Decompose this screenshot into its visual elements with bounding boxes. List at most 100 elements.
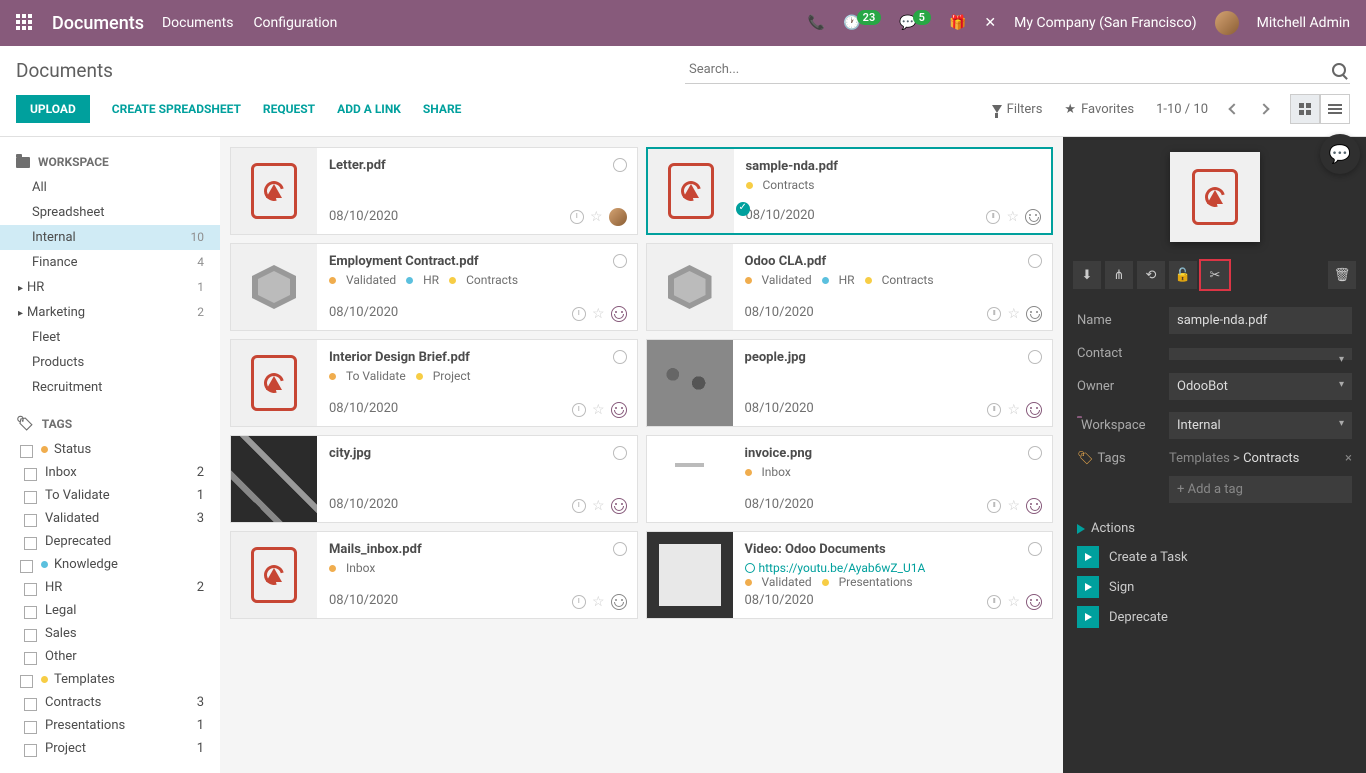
face-icon[interactable] (611, 594, 627, 610)
kanban-view-button[interactable] (1290, 94, 1320, 124)
tag-item[interactable]: Validated3 (0, 507, 220, 530)
clock-icon[interactable] (572, 403, 586, 417)
face-icon[interactable] (611, 402, 627, 418)
action-sign[interactable]: Sign (1063, 572, 1366, 602)
action-create-task[interactable]: Create a Task (1063, 542, 1366, 572)
star-icon[interactable]: ☆ (590, 209, 603, 225)
create-spreadsheet-button[interactable]: CREATE SPREADSHEET (112, 102, 241, 116)
tag-item[interactable]: Legal (0, 599, 220, 622)
chat-bubble-button[interactable]: 💬 (1320, 134, 1360, 174)
workspace-item[interactable]: ▸Marketing2 (0, 300, 220, 325)
name-input[interactable]: sample-nda.pdf (1169, 307, 1352, 334)
star-icon[interactable]: ☆ (1006, 209, 1019, 225)
face-icon[interactable] (1026, 594, 1042, 610)
filters-dropdown[interactable]: Filters (992, 102, 1043, 117)
app-brand[interactable]: Documents (52, 13, 144, 34)
document-card[interactable]: Odoo CLA.pdf ValidatedHRContracts 08/10/… (646, 243, 1054, 331)
clock-icon[interactable] (572, 595, 586, 609)
remove-tag-button[interactable]: × (1345, 451, 1352, 466)
clock-icon[interactable] (987, 595, 1001, 609)
tag-item[interactable]: Project1 (0, 737, 220, 760)
card-select-toggle[interactable] (1028, 542, 1042, 556)
share-doc-button[interactable]: ⋔ (1105, 261, 1133, 289)
face-icon[interactable] (1026, 306, 1042, 322)
settings-icon[interactable]: ✕ (984, 15, 996, 31)
document-card[interactable]: Employment Contract.pdf ValidatedHRContr… (230, 243, 638, 331)
card-select-toggle[interactable] (1028, 446, 1042, 460)
clock-icon[interactable] (572, 499, 586, 513)
tag-group-header[interactable]: Knowledge (0, 553, 220, 576)
workspace-item[interactable]: Internal10 (0, 225, 220, 250)
face-icon[interactable] (611, 306, 627, 322)
tag-item[interactable]: Inbox2 (0, 461, 220, 484)
discuss-icon[interactable]: 💬5 (899, 15, 931, 31)
tag-item[interactable]: Presentations1 (0, 714, 220, 737)
pager-next[interactable] (1258, 103, 1269, 114)
workspace-item[interactable]: ▸HR1 (0, 275, 220, 300)
card-select-toggle[interactable] (1028, 254, 1042, 268)
clock-icon[interactable] (987, 403, 1001, 417)
owner-select[interactable]: OdooBot (1169, 373, 1352, 400)
face-icon[interactable] (1026, 498, 1042, 514)
workspace-item[interactable]: Spreadsheet (0, 200, 220, 225)
tag-item[interactable]: HR2 (0, 576, 220, 599)
search-icon[interactable] (1332, 63, 1346, 77)
star-icon[interactable]: ☆ (1007, 594, 1020, 610)
tag-item[interactable]: To Validate1 (0, 484, 220, 507)
star-icon[interactable]: ☆ (592, 402, 605, 418)
contact-select[interactable] (1169, 348, 1352, 360)
upload-button[interactable]: UPLOAD (16, 95, 90, 123)
face-icon[interactable] (1026, 402, 1042, 418)
card-select-toggle[interactable] (613, 446, 627, 460)
workspace-item[interactable]: All (0, 175, 220, 200)
workspace-item[interactable]: Finance4 (0, 250, 220, 275)
workspace-item[interactable]: Products (0, 350, 220, 375)
user-avatar[interactable] (1215, 11, 1239, 35)
document-card[interactable]: Letter.pdf 08/10/2020 ☆ (230, 147, 638, 235)
tag-item[interactable]: Other (0, 645, 220, 668)
card-select-toggle[interactable] (1028, 350, 1042, 364)
star-icon[interactable]: ☆ (1007, 498, 1020, 514)
activities-icon[interactable]: 🕐23 (843, 15, 881, 31)
download-button[interactable]: ⬇ (1073, 261, 1101, 289)
card-select-toggle[interactable] (613, 254, 627, 268)
add-tag-input[interactable]: + Add a tag (1169, 476, 1352, 503)
workspace-item[interactable]: Recruitment (0, 375, 220, 400)
tag-group-header[interactable]: Templates (0, 668, 220, 691)
card-select-toggle[interactable] (736, 202, 750, 216)
list-view-button[interactable] (1320, 94, 1350, 124)
document-card[interactable]: Mails_inbox.pdf Inbox 08/10/2020 ☆ (230, 531, 638, 619)
clock-icon[interactable] (570, 210, 584, 224)
add-link-button[interactable]: ADD A LINK (337, 102, 401, 116)
tag-item[interactable]: Sales (0, 622, 220, 645)
lock-button[interactable]: 🔓 (1169, 261, 1197, 289)
tag-item[interactable]: Deprecated (0, 530, 220, 553)
tag-group-header[interactable]: Status (0, 438, 220, 461)
nav-documents[interactable]: Documents (162, 15, 233, 31)
user-name[interactable]: Mitchell Admin (1257, 15, 1350, 31)
star-icon[interactable]: ☆ (1007, 402, 1020, 418)
phone-icon[interactable]: 📞 (808, 15, 825, 31)
document-card[interactable]: city.jpg 08/10/2020 ☆ (230, 435, 638, 523)
request-button[interactable]: REQUEST (263, 102, 315, 116)
star-icon[interactable]: ☆ (592, 306, 605, 322)
face-icon[interactable] (1025, 209, 1041, 225)
share-button[interactable]: SHARE (423, 102, 461, 116)
star-icon[interactable]: ☆ (1007, 306, 1020, 322)
search-input[interactable] (685, 56, 1332, 83)
action-deprecate[interactable]: Deprecate (1063, 602, 1366, 632)
face-icon[interactable] (611, 498, 627, 514)
favorites-dropdown[interactable]: ★Favorites (1064, 102, 1134, 117)
apps-icon[interactable] (16, 14, 34, 32)
document-card[interactable]: people.jpg 08/10/2020 ☆ (646, 339, 1054, 427)
split-button[interactable]: ✂ (1201, 261, 1229, 289)
card-select-toggle[interactable] (613, 158, 627, 172)
clock-icon[interactable] (572, 307, 586, 321)
nav-configuration[interactable]: Configuration (253, 15, 337, 31)
document-card[interactable]: invoice.png Inbox 08/10/2020 ☆ (646, 435, 1054, 523)
gift-icon[interactable]: 🎁 (949, 15, 966, 31)
replace-button[interactable]: ⟲ (1137, 261, 1165, 289)
star-icon[interactable]: ☆ (592, 594, 605, 610)
document-card[interactable]: Video: Odoo Documents https://youtu.be/A… (646, 531, 1054, 619)
tag-item[interactable]: Contracts3 (0, 691, 220, 714)
